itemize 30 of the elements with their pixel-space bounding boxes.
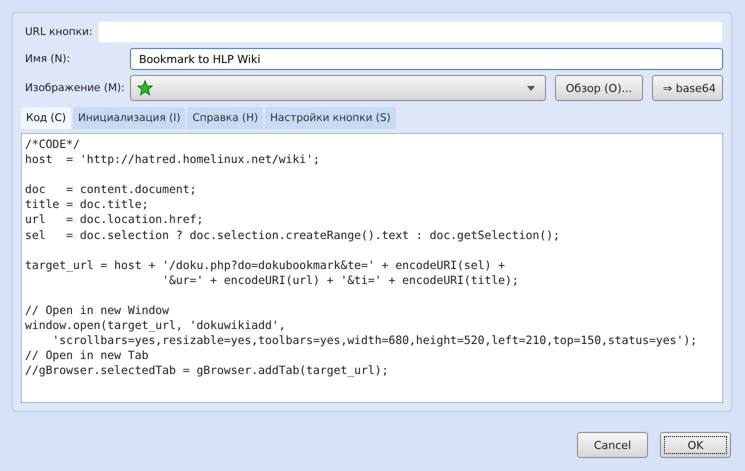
- tab[interactable]: Настройки кнопки (S): [265, 107, 396, 129]
- field-label: Изображение (M):: [24, 82, 126, 94]
- dialog-button[interactable]: Cancel: [577, 432, 648, 458]
- code-line: host = 'http://hatred.homelinux.net/wiki';: [25, 152, 321, 168]
- field-label: URL кнопки:: [24, 26, 92, 38]
- dialog-button[interactable]: OK: [660, 432, 731, 458]
- code-editor[interactable]: [21, 133, 723, 403]
- tab[interactable]: Код (C): [21, 107, 72, 129]
- code-line: title = doc.title;: [25, 197, 150, 212]
- code-line: //gBrowser.selectedTab = gBrowser.addTab(target_url);: [25, 363, 390, 378]
- base64-button[interactable]: ⇒ base64: [652, 75, 723, 101]
- code-line: /*CODE*/: [25, 137, 81, 152]
- code-line: window.open(target_url, 'dokuwikiadd',: [25, 318, 287, 334]
- browse-button[interactable]: Обзор (O)...: [554, 75, 643, 101]
- code-line: // Open in new Tab: [25, 348, 150, 364]
- field-label: Имя (N):: [24, 53, 72, 65]
- tab[interactable]: Инициализация (I): [73, 107, 186, 129]
- url-input-field[interactable]: [98, 20, 723, 42]
- caret-icon: [526, 86, 535, 90]
- code-line: 'scrollbars=yes,resizable=yes,toolbars=yes,width=680,height=520,left=210,top=150,status=yes');: [51, 333, 698, 348]
- code-line: '&ur=' + encodeURI(url) + '&ti=' + encodeURI(title);: [161, 272, 520, 288]
- tab[interactable]: Справка (H): [187, 107, 264, 129]
- code-line: // Open in new Window: [25, 303, 170, 318]
- image-dropdown[interactable]: [130, 75, 546, 101]
- code-line: doc = content.document;: [25, 182, 198, 198]
- code-line: sel = doc.selection ? doc.selection.createRange().text : doc.getSelection();: [25, 228, 561, 243]
- name-input-field[interactable]: Bookmark to HLP Wiki: [130, 48, 723, 70]
- code-line: target_url = host + '/doku.php?do=dokubookmark&te=' + encodeURI(sel) +: [25, 258, 506, 273]
- star-icon: [137, 80, 153, 96]
- code-line: url = doc.location.href;: [25, 212, 204, 228]
